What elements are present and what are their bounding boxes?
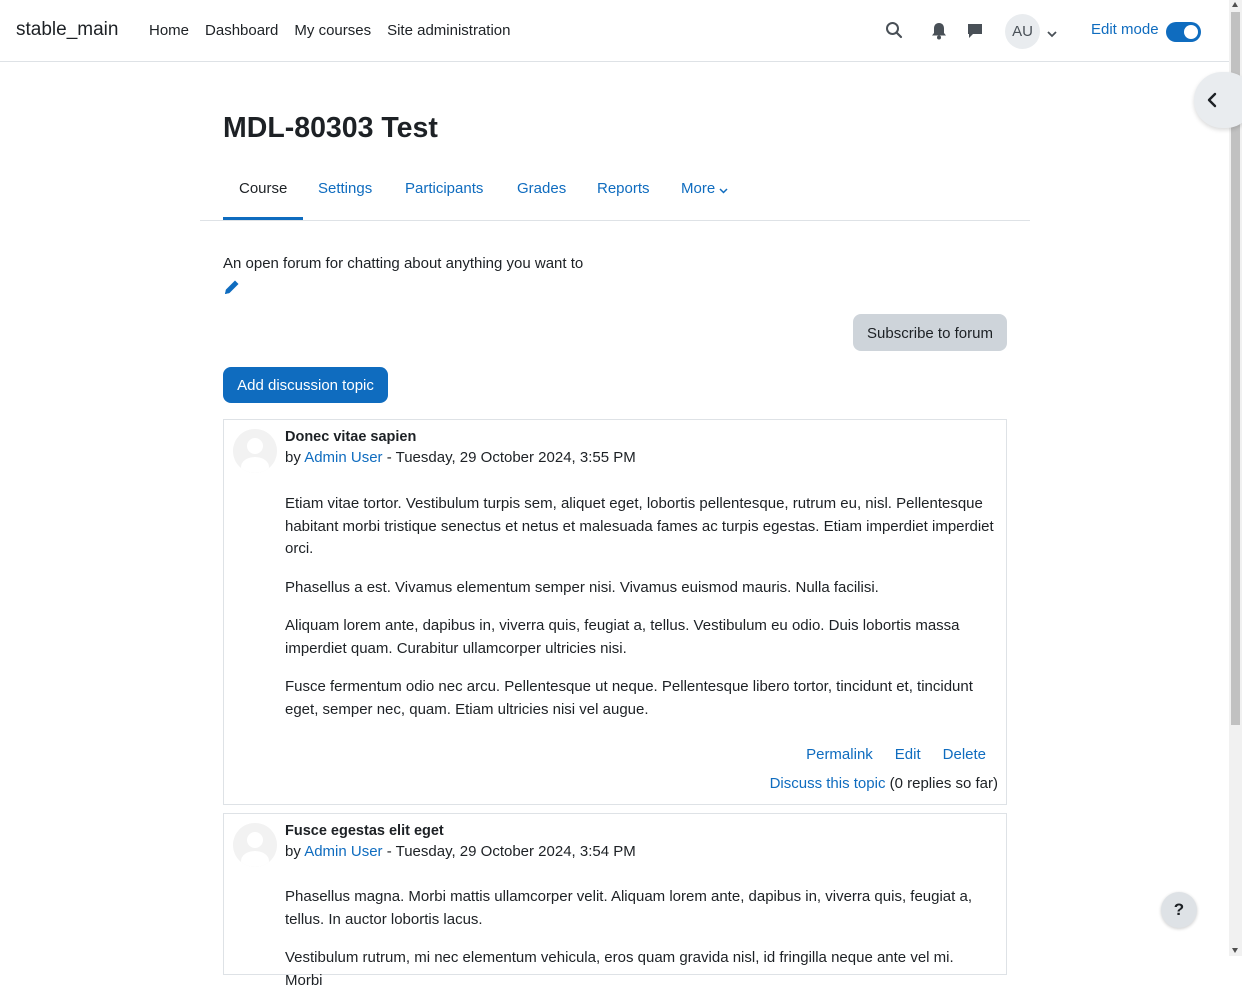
scroll-down-arrow-icon[interactable] (1232, 948, 1238, 953)
open-block-drawer-button[interactable] (1194, 72, 1242, 128)
post-date: - Tuesday, 29 October 2024, 3:55 PM (382, 449, 636, 466)
tab-settings[interactable]: Settings (318, 168, 372, 209)
post-paragraph: Phasellus a est. Vivamus elementum sempe… (285, 578, 879, 596)
page-scrollbar[interactable] (1229, 0, 1242, 956)
post-byline: by Admin User - Tuesday, 29 October 2024… (285, 449, 636, 466)
tab-course[interactable]: Course (223, 168, 304, 220)
tab-more-label: More (681, 180, 716, 197)
help-button[interactable]: ? (1161, 892, 1197, 928)
post-paragraph: Vestibulum rutrum, mi nec elementum vehi… (285, 949, 954, 989)
post-paragraph: Fusce fermentum odio nec arcu. Pellentes… (285, 678, 973, 718)
nav-my-courses[interactable]: My courses (286, 0, 379, 61)
forum-post: Donec vitae sapien by Admin User - Tuesd… (223, 419, 1007, 805)
nav-site-administration[interactable]: Site administration (379, 0, 518, 61)
toggle-knob (1184, 25, 1198, 39)
edit-link[interactable]: Edit (895, 746, 921, 763)
post-content: Phasellus magna. Morbi mattis ullamcorpe… (285, 886, 995, 1008)
permalink-link[interactable]: Permalink (806, 746, 873, 763)
post-byline: by Admin User - Tuesday, 29 October 2024… (285, 843, 636, 860)
by-label: by (285, 843, 305, 860)
chevron-left-icon (1207, 92, 1217, 108)
tab-participants[interactable]: Participants (405, 168, 483, 209)
site-name[interactable]: stable_main (16, 19, 118, 41)
post-paragraph: Etiam vitae tortor. Vestibulum turpis se… (285, 495, 994, 557)
post-actions: Permalink Edit Delete (784, 746, 986, 763)
primary-navigation: Home Dashboard My courses Site administr… (141, 0, 519, 61)
chevron-down-icon[interactable] (1046, 26, 1058, 43)
messages-chat-icon[interactable] (966, 22, 984, 44)
scroll-up-arrow-icon[interactable] (1232, 2, 1238, 7)
post-date: - Tuesday, 29 October 2024, 3:54 PM (382, 843, 636, 860)
tab-reports[interactable]: Reports (597, 168, 650, 209)
post-subject: Fusce egestas elit eget (285, 823, 444, 839)
discuss-this-topic-link[interactable]: Discuss this topic (770, 775, 886, 792)
search-icon[interactable] (885, 21, 903, 43)
post-subject: Donec vitae sapien (285, 429, 417, 445)
subscribe-to-forum-button[interactable]: Subscribe to forum (853, 314, 1007, 351)
notifications-bell-icon[interactable] (931, 22, 947, 44)
post-paragraph: Aliquam lorem ante, dapibus in, viverra … (285, 617, 960, 657)
page-title: MDL-80303 Test (223, 112, 438, 144)
author-link[interactable]: Admin User (304, 843, 382, 860)
discuss-topic-row: Discuss this topic (0 replies so far) (770, 775, 998, 792)
add-discussion-topic-button[interactable]: Add discussion topic (223, 367, 388, 403)
author-link[interactable]: Admin User (304, 449, 382, 466)
post-content: Etiam vitae tortor. Vestibulum turpis se… (285, 493, 995, 737)
edit-mode-toggle[interactable] (1166, 22, 1201, 42)
replies-count: (0 replies so far) (889, 775, 998, 792)
edit-mode-label: Edit mode (1091, 21, 1159, 38)
top-navbar: stable_main Home Dashboard My courses Si… (0, 0, 1229, 62)
pencil-edit-icon[interactable] (223, 278, 241, 300)
nav-home[interactable]: Home (141, 0, 197, 61)
author-avatar[interactable] (233, 823, 277, 867)
delete-link[interactable]: Delete (943, 746, 986, 763)
tab-grades[interactable]: Grades (517, 168, 566, 209)
nav-dashboard[interactable]: Dashboard (197, 0, 286, 61)
forum-post: Fusce egestas elit eget by Admin User - … (223, 813, 1007, 989)
chevron-down-icon (719, 169, 728, 210)
by-label: by (285, 449, 305, 466)
post-paragraph: Phasellus magna. Morbi mattis ullamcorpe… (285, 888, 972, 928)
forum-intro: An open forum for chatting about anythin… (223, 255, 584, 272)
author-avatar[interactable] (233, 429, 277, 473)
course-secondary-navigation: Course Settings Participants Grades Repo… (200, 168, 1030, 221)
user-avatar[interactable]: AU (1005, 14, 1040, 49)
tab-more[interactable]: More (681, 168, 728, 209)
